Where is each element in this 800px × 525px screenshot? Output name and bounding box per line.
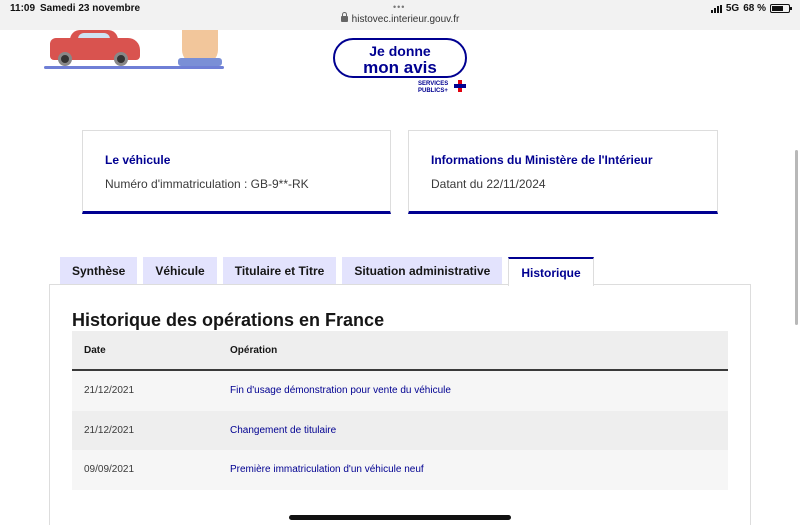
row-date: 21/12/2021 [84, 385, 135, 397]
battery-level [772, 6, 783, 11]
tab-titulaire-titre[interactable]: Titulaire et Titre [222, 257, 337, 285]
ground-line [44, 66, 224, 69]
table-row: 21/12/2021 Fin d'usage démonstration pou… [72, 371, 728, 411]
services-publics-line2: PUBLICS+ [418, 88, 448, 94]
table-body: 21/12/2021 Fin d'usage démonstration pou… [72, 371, 728, 490]
table-row: 21/12/2021 Changement de titulaire [72, 410, 728, 450]
ministry-card-title: Informations du Ministère de l'Intérieur [431, 153, 653, 167]
row-operation: Première immatriculation d'un véhicule n… [230, 464, 424, 476]
ministry-card-text: Datant du 22/11/2024 [431, 177, 546, 191]
row-date: 09/09/2021 [84, 464, 135, 476]
table-row: 09/09/2021 Première immatriculation d'un… [72, 450, 728, 490]
car-wheel [58, 52, 72, 66]
services-publics-plus-icon [454, 80, 466, 92]
address-bar[interactable]: histovec.interieur.gouv.fr [0, 12, 800, 25]
report-tabs: Synthèse Véhicule Titulaire et Titre Sit… [60, 257, 594, 286]
history-panel: Historique des opérations en France Date… [49, 284, 751, 525]
home-indicator[interactable] [289, 515, 511, 520]
feedback-line2: mon avis [363, 58, 437, 77]
row-operation: Fin d'usage démonstration pour vente du … [230, 385, 451, 397]
network-label: 5G [725, 3, 740, 14]
history-table: Date Opération 21/12/2021 Fin d'usage dé… [72, 331, 728, 490]
column-header-date: Date [84, 344, 106, 356]
tab-synthese[interactable]: Synthèse [60, 257, 138, 285]
header-illustration [44, 30, 224, 70]
status-bar: 11:09 Samedi 23 novembre ••• histovec.in… [0, 0, 800, 30]
tab-historique[interactable]: Historique [508, 257, 594, 286]
vehicle-card-title: Le véhicule [105, 153, 171, 167]
row-operation: Changement de titulaire [230, 424, 337, 436]
services-publics-logo: SERVICES PUBLICS+ [418, 81, 448, 95]
row-date: 21/12/2021 [84, 424, 135, 436]
tab-situation-administrative[interactable]: Situation administrative [342, 257, 503, 285]
battery-label: 68 % [743, 3, 766, 14]
ministry-card: Informations du Ministère de l'Intérieur… [408, 130, 718, 214]
tab-vehicule[interactable]: Véhicule [143, 257, 217, 285]
signal-icon [710, 4, 722, 13]
vehicle-card-text: Numéro d'immatriculation : GB-9**-RK [105, 177, 309, 191]
feedback-line1: Je donne [369, 43, 431, 59]
page-scrollbar[interactable] [795, 150, 798, 325]
status-time: 11:09 [10, 3, 36, 14]
lock-icon [340, 12, 348, 22]
person-belt [178, 58, 222, 66]
status-indicators: 5G 68 % [710, 3, 792, 14]
battery-icon [770, 4, 792, 13]
status-date: Samedi 23 novembre [40, 3, 141, 14]
vehicle-card: Le véhicule Numéro d'immatriculation : G… [82, 130, 391, 214]
services-publics-line1: SERVICES [418, 81, 449, 87]
history-title: Historique des opérations en France [72, 310, 385, 330]
address-url: histovec.interieur.gouv.fr [351, 14, 460, 25]
car-wheel [114, 52, 128, 66]
feedback-button[interactable]: Je donne mon avis [333, 38, 467, 78]
column-header-operation: Opération [230, 344, 278, 356]
multitasking-dots-icon[interactable]: ••• [393, 2, 405, 12]
table-header: Date Opération [72, 331, 728, 371]
